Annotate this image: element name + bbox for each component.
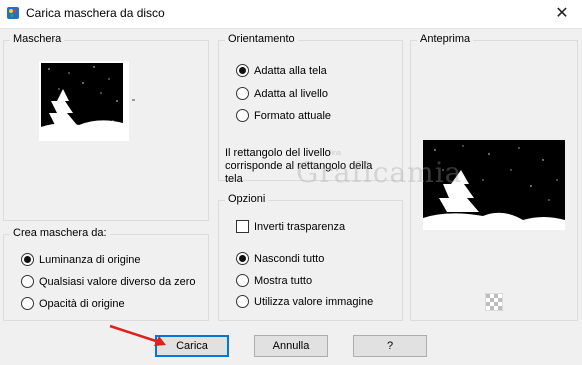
options-group-legend: Opzioni bbox=[225, 193, 269, 205]
mask-source-group-legend: Crea maschera da: bbox=[10, 227, 110, 239]
watermark-subtext: lina bbox=[330, 150, 341, 157]
mask-group: Maschera bbox=[3, 33, 209, 221]
close-button[interactable]: ✕ bbox=[542, 0, 582, 29]
mask-thumbnail[interactable] bbox=[39, 61, 129, 141]
radio-indicator bbox=[236, 109, 249, 122]
preview-group-legend: Anteprima bbox=[417, 33, 474, 45]
radio-indicator bbox=[236, 64, 249, 77]
help-button[interactable]: ? bbox=[353, 335, 427, 357]
radio-indicator bbox=[236, 87, 249, 100]
watermark-text: Graficamia bbox=[296, 156, 463, 189]
orientation-group-legend: Orientamento bbox=[225, 33, 298, 45]
radio-label: Luminanza di origine bbox=[39, 253, 141, 266]
mask-source-group: Crea maschera da: Luminanza di origine Q… bbox=[3, 227, 209, 321]
mask-preview-image bbox=[41, 63, 123, 135]
radio-label: Adatta alla tela bbox=[254, 64, 327, 77]
radio-indicator bbox=[236, 274, 249, 287]
orientation-fit-canvas-radio[interactable]: Adatta alla tela bbox=[236, 64, 327, 77]
source-luminance-radio[interactable]: Luminanza di origine bbox=[21, 253, 141, 266]
radio-label: Mostra tutto bbox=[254, 274, 313, 287]
orientation-fit-layer-radio[interactable]: Adatta al livello bbox=[236, 87, 328, 100]
window-title: Carica maschera da disco bbox=[26, 6, 165, 20]
checkbox-label: Inverti trasparenza bbox=[254, 220, 346, 233]
radio-label: Nascondi tutto bbox=[254, 252, 325, 265]
hide-all-radio[interactable]: Nascondi tutto bbox=[236, 252, 324, 265]
source-nonzero-radio[interactable]: Qualsiasi valore diverso da zero bbox=[21, 275, 196, 288]
close-icon: ✕ bbox=[555, 5, 569, 22]
radio-indicator bbox=[21, 253, 34, 266]
radio-label: Formato attuale bbox=[254, 109, 332, 122]
radio-indicator bbox=[236, 252, 249, 265]
scroll-marker bbox=[132, 99, 135, 101]
radio-label: Opacità di origine bbox=[39, 297, 125, 310]
show-all-radio[interactable]: Mostra tutto bbox=[236, 274, 312, 287]
options-group: Opzioni Inverti trasparenza Nascondi tut… bbox=[218, 193, 403, 321]
radio-indicator bbox=[21, 297, 34, 310]
radio-label: Adatta al livello bbox=[254, 87, 328, 100]
checkbox-indicator bbox=[236, 220, 249, 233]
radio-indicator bbox=[21, 275, 34, 288]
mask-group-legend: Maschera bbox=[10, 33, 65, 45]
radio-label: Utilizza valore immagine bbox=[254, 295, 374, 308]
transparency-checker-icon[interactable] bbox=[485, 293, 503, 311]
paint-palette-icon bbox=[7, 7, 19, 19]
orientation-current-size-radio[interactable]: Formato attuale bbox=[236, 109, 331, 122]
title-bar: Carica maschera da disco ✕ bbox=[0, 0, 582, 29]
invert-transparency-checkbox[interactable]: Inverti trasparenza bbox=[236, 220, 345, 233]
radio-label: Qualsiasi valore diverso da zero bbox=[39, 275, 196, 288]
source-opacity-radio[interactable]: Opacità di origine bbox=[21, 297, 125, 310]
cancel-button[interactable]: Annulla bbox=[254, 335, 328, 357]
radio-indicator bbox=[236, 295, 249, 308]
annotation-arrow-icon bbox=[109, 324, 166, 346]
use-image-value-radio[interactable]: Utilizza valore immagine bbox=[236, 295, 373, 308]
